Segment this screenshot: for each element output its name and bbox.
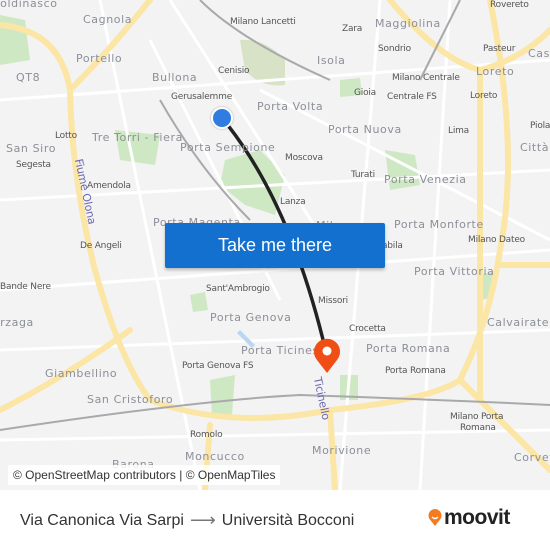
map-place-label: Morivione: [312, 444, 372, 457]
map-place-label: Moncucco: [185, 450, 245, 463]
map-place-label: Crocetta: [349, 324, 386, 334]
route-summary: Via Canonica Via Sarpi ⟶ Università Bocc…: [20, 510, 354, 531]
map-place-label: Romolo: [190, 430, 223, 440]
map-place-label: Porta Genova: [210, 311, 292, 324]
moovit-logo[interactable]: moovit: [428, 506, 510, 530]
map-place-label: QT8: [16, 71, 41, 84]
map-place-label: Zara: [342, 24, 363, 34]
map-place-label: Calvairate: [487, 316, 550, 329]
map-place-label: Piola: [530, 121, 550, 131]
map-place-label: Città: [520, 141, 550, 154]
arrow-right-icon: ⟶: [189, 510, 216, 530]
map-place-label: Milano Centrale: [392, 73, 460, 83]
map-place-label: Porta Romana: [385, 366, 446, 376]
map-place-label: Porta Monforte: [394, 218, 484, 231]
map-place-label: Giambellino: [45, 367, 118, 380]
map-place-label: Lotto: [55, 131, 77, 141]
brand-name: moovit: [444, 506, 510, 529]
map-place-label: Rovereto: [490, 0, 529, 10]
map-place-label: Milano Lancetti: [230, 17, 296, 27]
map-place-label: Porta Sempione: [180, 141, 276, 154]
map-place-label: Porta Genova FS: [182, 361, 254, 371]
map-place-label: Gerusalemme: [171, 92, 233, 102]
map-place-label: Turati: [351, 170, 375, 180]
moovit-pin-icon: [428, 509, 442, 526]
map-attribution[interactable]: © OpenStreetMap contributors | © OpenMap…: [8, 465, 281, 485]
origin-name: Via Canonica Via Sarpi: [20, 511, 184, 529]
map-place-label: Caso: [528, 47, 550, 60]
map-place-label: Porta Venezia: [384, 173, 467, 186]
map-place-label: Loreto: [470, 91, 498, 101]
map-place-label: Moscova: [285, 153, 323, 163]
map-place-label: Porta Romana: [366, 342, 451, 355]
map-place-label: Isola: [317, 54, 346, 67]
map-place-label: Gioia: [354, 88, 376, 98]
map-place-label: Lima: [448, 126, 469, 136]
map-place-label: San Cristoforo: [87, 393, 174, 406]
map-place-label: Loreto: [476, 65, 515, 78]
map-pin-icon[interactable]: [313, 338, 341, 374]
map-place-label: Milano Dateo: [468, 235, 525, 245]
map-place-label: Corvet: [514, 451, 550, 464]
map-place-label: Tre Torri - Fiera: [92, 131, 183, 144]
map-place-label: Missori: [318, 296, 348, 306]
map-place-label: Bullona: [152, 71, 198, 84]
map-place-label: Maggiolina: [375, 17, 441, 30]
map-place-label: Cenisio: [218, 66, 250, 76]
map-place-label: Centrale FS: [387, 92, 437, 102]
map-place-label: San Siro: [6, 142, 57, 155]
map-place-label: Sondrio: [378, 44, 411, 54]
map-place-label: Sant'Ambrogio: [206, 284, 270, 294]
map[interactable]: Boldinasco Cagnola Portello QT8 Bullona Cenis…: [0, 0, 550, 490]
map-place-label: Cagnola: [83, 13, 133, 26]
map-place-label: Arzaga: [0, 316, 34, 329]
map-place-label: Milano Porta: [450, 412, 504, 422]
map-place-label: Porta Volta: [257, 100, 324, 113]
map-place-label: Lanza: [280, 197, 306, 207]
take-me-there-button[interactable]: Take me there: [165, 223, 385, 268]
map-place-label: Bande Nere: [0, 282, 51, 292]
map-place-label: Romana: [460, 423, 496, 433]
map-place-label: Pasteur: [483, 44, 516, 54]
map-place-label: Amendola: [87, 181, 131, 191]
destination-name: Università Bocconi: [221, 511, 355, 529]
footer: Via Canonica Via Sarpi ⟶ Università Bocc…: [0, 490, 550, 550]
map-place-label: De Angeli: [80, 241, 122, 251]
map-place-label: Porta Nuova: [328, 123, 402, 136]
map-place-label: Portello: [76, 52, 123, 65]
map-place-label: Porta Vittoria: [414, 265, 495, 278]
map-place-label: Boldinasco: [0, 0, 58, 10]
map-place-label: Segesta: [16, 160, 51, 170]
origin-dot-icon[interactable]: [211, 107, 233, 129]
